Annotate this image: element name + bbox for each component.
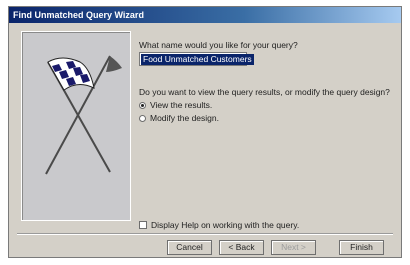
radio-unselected-icon	[139, 114, 146, 122]
wizard-illustration	[21, 31, 131, 221]
title-bar: Find Unmatched Query Wizard	[9, 7, 401, 23]
finish-button[interactable]: Finish	[339, 240, 384, 255]
next-step-prompt: Do you want to view the query results, o…	[139, 87, 390, 97]
radio-selected-icon	[139, 101, 146, 109]
button-separator	[17, 233, 393, 235]
query-name-input[interactable]: Food Unmatched Customers	[139, 52, 254, 66]
cancel-button[interactable]: Cancel	[167, 240, 212, 255]
modify-design-label: Modify the design.	[150, 113, 219, 123]
modify-design-option[interactable]: Modify the design.	[139, 113, 219, 123]
next-button[interactable]: Next >	[271, 240, 316, 255]
view-results-label: View the results.	[150, 100, 213, 110]
query-name-prompt: What name would you like for your query?	[139, 40, 298, 50]
wizard-window: Find Unmatched Query Wizard What name wo…	[8, 6, 402, 258]
help-checkbox[interactable]	[139, 221, 147, 229]
back-button[interactable]: < Back	[219, 240, 264, 255]
view-results-option[interactable]: View the results.	[139, 100, 212, 110]
help-checkbox-label: Display Help on working with the query.	[151, 220, 300, 230]
checkered-flag-icon	[45, 55, 122, 175]
help-checkbox-row[interactable]: Display Help on working with the query.	[139, 220, 299, 230]
query-name-value: Food Unmatched Customers	[141, 53, 254, 65]
